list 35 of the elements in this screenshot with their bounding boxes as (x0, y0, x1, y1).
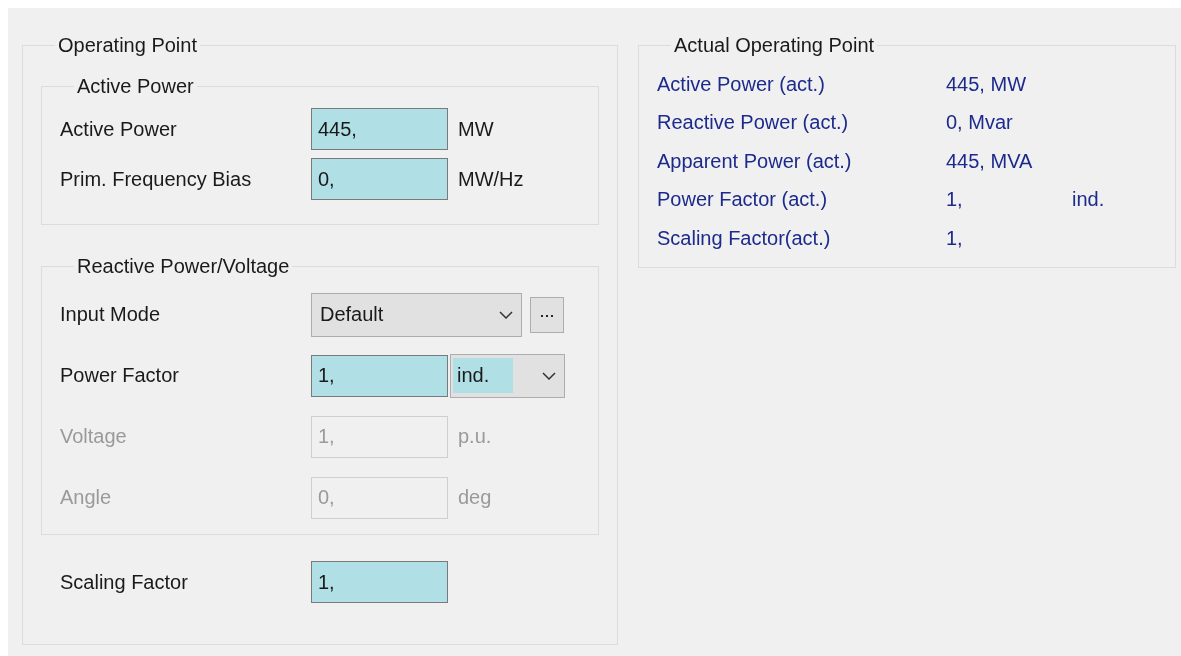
input-field[interactable]: 1, (311, 354, 448, 397)
value-text: 1, (946, 226, 964, 250)
value-text: 0, Mvar (946, 111, 1014, 135)
chevron-down-icon (542, 371, 556, 380)
field-label: Scaling Factor (60, 570, 189, 594)
dropdown[interactable]: Default (311, 292, 522, 337)
value-text: 445, MVA (946, 149, 1034, 173)
value-text: 1, (946, 188, 964, 212)
unit-label: p.u. (458, 425, 492, 448)
unit-label: MW/Hz (458, 167, 524, 191)
value-label: Reactive Power (act.) (657, 111, 850, 135)
value-suffix: ind. (1072, 188, 1105, 212)
field-label: Prim. Frequency Bias (60, 167, 253, 191)
unit-label: MW (458, 117, 494, 141)
value-text: 445, MW (946, 72, 1028, 96)
ellipsis-button[interactable]: ... (530, 296, 564, 333)
field-label: Angle (60, 486, 113, 509)
group-title: Reactive Power/Voltage (76, 255, 291, 278)
value-label: Power Factor (act.) (657, 188, 829, 212)
field-label: Input Mode (60, 303, 162, 326)
group-title: Active Power (76, 75, 195, 98)
chevron-down-icon (499, 310, 513, 319)
group-title: Actual Operating Point (673, 34, 876, 57)
value-label: Scaling Factor(act.) (657, 226, 832, 250)
dropdown[interactable]: ind. (450, 353, 565, 398)
value-label: Active Power (act.) (657, 72, 826, 96)
input-field[interactable]: 445, (311, 108, 448, 150)
value-label: Apparent Power (act.) (657, 149, 853, 173)
input-field[interactable]: 1, (311, 561, 448, 603)
unit-label: deg (458, 486, 492, 509)
input-field[interactable]: 0, (311, 158, 448, 200)
field-label: Active Power (60, 117, 178, 141)
group-title: Operating Point (57, 34, 198, 57)
field-label: Power Factor (60, 364, 180, 387)
field-label: Voltage (60, 425, 128, 448)
